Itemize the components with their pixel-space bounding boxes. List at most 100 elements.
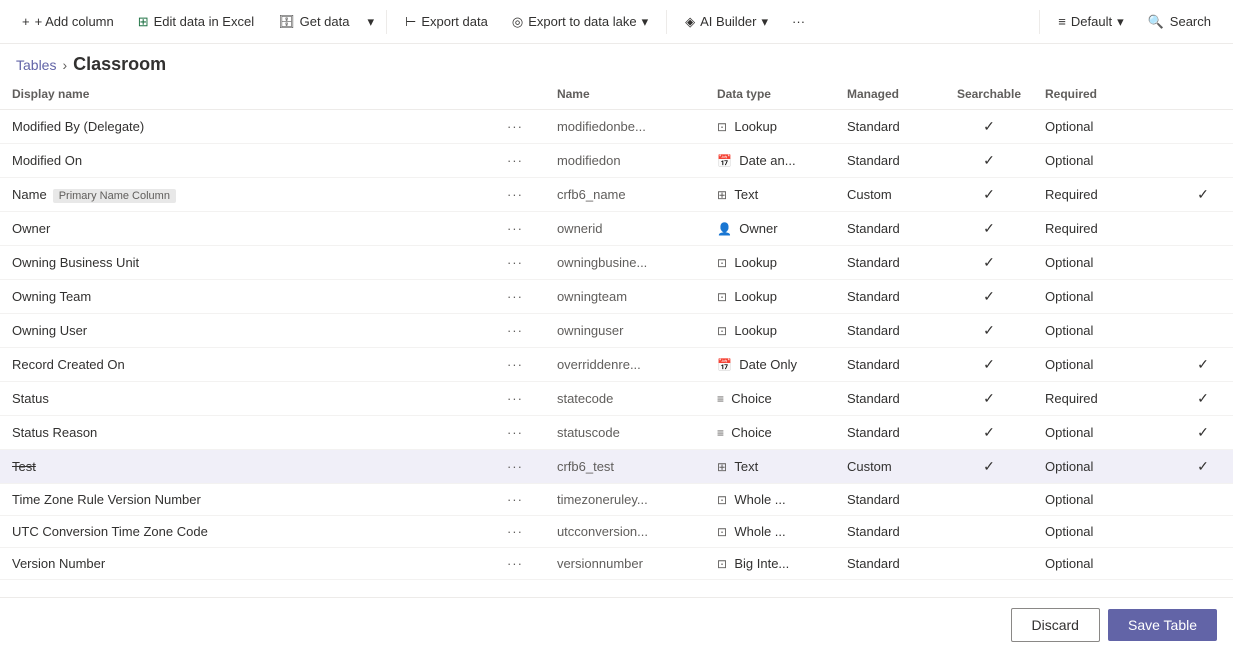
col-header-required: Required bbox=[1033, 79, 1173, 110]
breadcrumb-parent[interactable]: Tables bbox=[16, 57, 56, 73]
check-icon: ✓ bbox=[983, 424, 995, 440]
cell-managed: Standard bbox=[835, 382, 945, 416]
cell-actions[interactable]: ··· bbox=[495, 348, 545, 382]
cell-data-type: ⊞ Text bbox=[705, 450, 835, 484]
breadcrumb-current: Classroom bbox=[73, 54, 166, 75]
check-icon: ✓ bbox=[983, 356, 995, 372]
cell-actions[interactable]: ··· bbox=[495, 144, 545, 178]
export-lake-button[interactable]: ◎ Export to data lake ▾ bbox=[502, 8, 658, 36]
cell-actions[interactable]: ··· bbox=[495, 484, 545, 516]
cell-actions[interactable]: ··· bbox=[495, 416, 545, 450]
cell-actions[interactable]: ··· bbox=[495, 450, 545, 484]
table-row[interactable]: Test···crfb6_test⊞ TextCustom✓Optional✓ bbox=[0, 450, 1233, 484]
export-icon: ⊢ bbox=[405, 14, 416, 30]
export-data-button[interactable]: ⊢ Export data bbox=[395, 8, 498, 36]
cell-check2 bbox=[1173, 212, 1233, 246]
cell-logical-name: statuscode bbox=[545, 416, 705, 450]
cell-display-name: Owning Business Unit bbox=[0, 246, 495, 280]
chevron-down-icon: ▾ bbox=[367, 14, 374, 30]
cell-logical-name: crfb6_name bbox=[545, 178, 705, 212]
type-icon: ⊡ bbox=[717, 493, 730, 507]
dropdown-arrow-button[interactable]: ▾ bbox=[363, 8, 378, 36]
cell-actions[interactable]: ··· bbox=[495, 212, 545, 246]
more-button[interactable]: ··· bbox=[782, 8, 815, 35]
primary-badge: Primary Name Column bbox=[53, 189, 176, 203]
cell-logical-name: ownerid bbox=[545, 212, 705, 246]
toolbar: + + Add column ⊞ Edit data in Excel 🗄 Ge… bbox=[0, 0, 1233, 44]
cell-logical-name: modifiedonbe... bbox=[545, 110, 705, 144]
check-icon: ✓ bbox=[983, 220, 995, 236]
cell-check2 bbox=[1173, 144, 1233, 178]
get-data-button[interactable]: 🗄 Get data bbox=[268, 8, 359, 36]
cell-searchable: ✓ bbox=[945, 212, 1033, 246]
type-icon: 👤 bbox=[717, 222, 735, 236]
breadcrumb: Tables › Classroom bbox=[0, 44, 1233, 79]
table-row[interactable]: NamePrimary Name Column···crfb6_name⊞ Te… bbox=[0, 178, 1233, 212]
cell-actions[interactable]: ··· bbox=[495, 246, 545, 280]
table-row[interactable]: Time Zone Rule Version Number···timezone… bbox=[0, 484, 1233, 516]
save-table-button[interactable]: Save Table bbox=[1108, 609, 1217, 641]
edit-excel-button[interactable]: ⊞ Edit data in Excel bbox=[128, 8, 264, 36]
cell-display-name: Status Reason bbox=[0, 416, 495, 450]
cell-display-name: NamePrimary Name Column bbox=[0, 178, 495, 212]
table-row[interactable]: Version Number···versionnumber⊡ Big Inte… bbox=[0, 548, 1233, 580]
table-row[interactable]: Owning User···owninguser⊡ LookupStandard… bbox=[0, 314, 1233, 348]
search-icon: 🔍 bbox=[1148, 14, 1164, 30]
ai-icon: ◈ bbox=[685, 14, 695, 30]
cell-required: Optional bbox=[1033, 484, 1173, 516]
cell-data-type: 📅 Date an... bbox=[705, 144, 835, 178]
table-row[interactable]: Owning Business Unit···owningbusine...⊡ … bbox=[0, 246, 1233, 280]
check-icon: ✓ bbox=[983, 322, 995, 338]
cell-searchable bbox=[945, 548, 1033, 580]
table-row[interactable]: Owner···ownerid👤 OwnerStandard✓Required bbox=[0, 212, 1233, 246]
table-row[interactable]: Modified On···modifiedon📅 Date an...Stan… bbox=[0, 144, 1233, 178]
ai-builder-button[interactable]: ◈ AI Builder ▾ bbox=[675, 8, 778, 36]
type-icon: ⊡ bbox=[717, 256, 730, 270]
discard-button[interactable]: Discard bbox=[1011, 608, 1100, 642]
cell-required: Optional bbox=[1033, 280, 1173, 314]
table-row[interactable]: UTC Conversion Time Zone Code···utcconve… bbox=[0, 516, 1233, 548]
check-icon: ✓ bbox=[983, 118, 995, 134]
cell-actions[interactable]: ··· bbox=[495, 548, 545, 580]
check-icon: ✓ bbox=[983, 152, 995, 168]
cell-searchable: ✓ bbox=[945, 178, 1033, 212]
cell-data-type: ⊡ Lookup bbox=[705, 246, 835, 280]
cell-managed: Custom bbox=[835, 450, 945, 484]
type-icon: ⊞ bbox=[717, 188, 730, 202]
lake-icon: ◎ bbox=[512, 14, 523, 30]
cell-searchable: ✓ bbox=[945, 110, 1033, 144]
cell-logical-name: timezoneruley... bbox=[545, 484, 705, 516]
cell-display-name: UTC Conversion Time Zone Code bbox=[0, 516, 495, 548]
cell-check2: ✓ bbox=[1173, 416, 1233, 450]
cell-actions[interactable]: ··· bbox=[495, 110, 545, 144]
cell-data-type: ⊡ Big Inte... bbox=[705, 548, 835, 580]
cell-actions[interactable]: ··· bbox=[495, 382, 545, 416]
columns-table: Display name Name Data type Managed Sear… bbox=[0, 79, 1233, 580]
cell-actions[interactable]: ··· bbox=[495, 314, 545, 348]
search-button[interactable]: 🔍 Search bbox=[1138, 8, 1221, 36]
default-view-button[interactable]: ≡ Default ▾ bbox=[1048, 8, 1133, 36]
cell-check2: ✓ bbox=[1173, 348, 1233, 382]
type-icon: ⊞ bbox=[717, 460, 730, 474]
table-row[interactable]: Status···statecode≡ ChoiceStandard✓Requi… bbox=[0, 382, 1233, 416]
check2-icon: ✓ bbox=[1197, 458, 1209, 474]
table-row[interactable]: Record Created On···overriddenre...📅 Dat… bbox=[0, 348, 1233, 382]
cell-display-name: Modified On bbox=[0, 144, 495, 178]
cell-actions[interactable]: ··· bbox=[495, 280, 545, 314]
cell-display-name: Owning User bbox=[0, 314, 495, 348]
cell-logical-name: statecode bbox=[545, 382, 705, 416]
table-container: Display name Name Data type Managed Sear… bbox=[0, 79, 1233, 597]
table-row[interactable]: Owning Team···owningteam⊡ LookupStandard… bbox=[0, 280, 1233, 314]
table-row[interactable]: Status Reason···statuscode≡ ChoiceStanda… bbox=[0, 416, 1233, 450]
add-column-button[interactable]: + + Add column bbox=[12, 8, 124, 35]
cell-check2 bbox=[1173, 484, 1233, 516]
cell-display-name: Owning Team bbox=[0, 280, 495, 314]
cell-actions[interactable]: ··· bbox=[495, 178, 545, 212]
cell-required: Optional bbox=[1033, 416, 1173, 450]
check2-icon: ✓ bbox=[1197, 390, 1209, 406]
cell-actions[interactable]: ··· bbox=[495, 516, 545, 548]
cell-logical-name: overriddenre... bbox=[545, 348, 705, 382]
table-row[interactable]: Modified By (Delegate)···modifiedonbe...… bbox=[0, 110, 1233, 144]
type-icon: ⊡ bbox=[717, 557, 730, 571]
cell-searchable bbox=[945, 484, 1033, 516]
